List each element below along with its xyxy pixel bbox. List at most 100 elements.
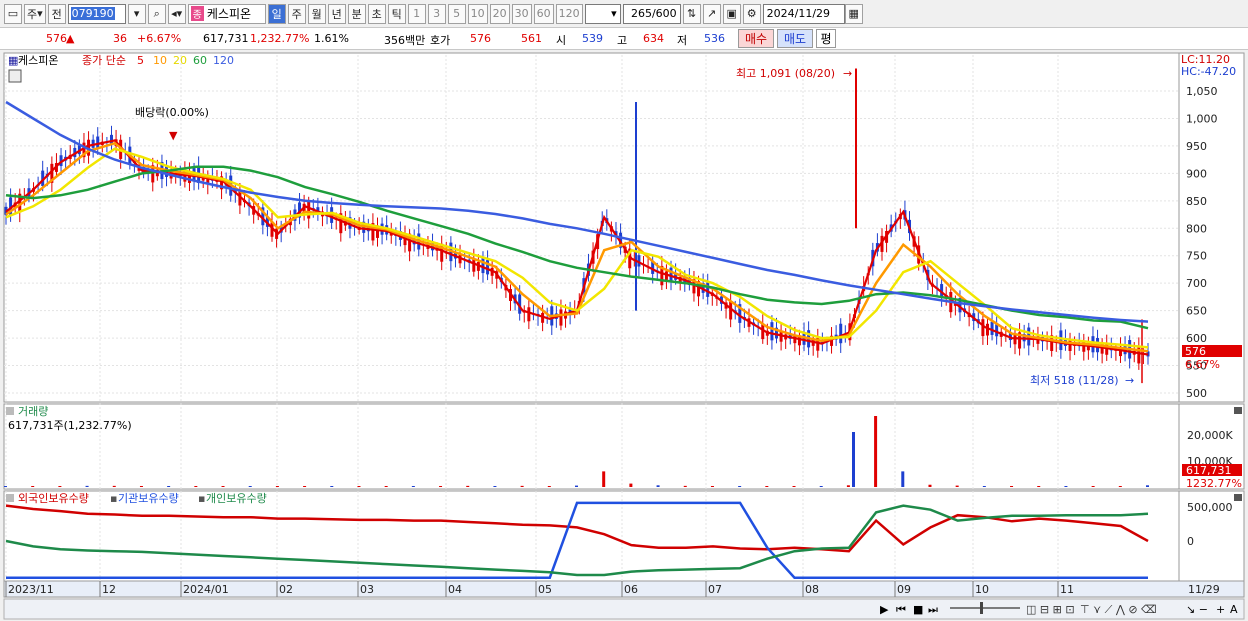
layout-icons[interactable]: ◫ ⊟ ⊞ ⊡ xyxy=(1026,603,1075,616)
holdings-panel-bg xyxy=(3,490,1180,582)
period-select[interactable]: 주 ▾ xyxy=(24,3,46,24)
bid-price: 561 xyxy=(521,32,542,45)
hc-label: HC:-47.20 xyxy=(1181,65,1236,78)
volume-bar xyxy=(1118,486,1122,487)
interval-20-button[interactable]: 20 xyxy=(489,3,510,24)
tab-minute[interactable]: 분 xyxy=(347,3,366,24)
holdings-tick-500000: 500,000 xyxy=(1187,501,1233,514)
volume-bar xyxy=(520,485,524,487)
chart-area: 1,050 1,000 950 900 850 800 750 700 650 60 0 5 5 0 500… xyxy=(0,51,1248,621)
gear-icon[interactable]: ⚙ xyxy=(742,3,761,24)
toolbar: ▭ 주 ▾ 전 079190 ▾ ⌕ ◂▾ 종 케스피온 일 주 월 년 분 초 틱… xyxy=(0,0,1248,28)
x-axis-label: 07 xyxy=(708,583,722,596)
avg-button[interactable]: 평 xyxy=(816,29,836,48)
interval-3-button[interactable]: 3 xyxy=(427,3,446,24)
x-axis-label: 12 xyxy=(102,583,116,596)
scroll-stop-icon[interactable]: ■ xyxy=(913,603,923,616)
draw-tool-icon[interactable]: ↗ xyxy=(702,3,721,24)
scroll-first-icon[interactable]: ⏮ xyxy=(896,603,906,616)
speaker-icon[interactable]: ◂▾ xyxy=(167,3,186,24)
low-arrow-icon: → xyxy=(1125,374,1134,387)
volume-bar xyxy=(384,486,388,487)
volume-percent: 1,232.77% xyxy=(250,32,310,45)
font-size-icon[interactable]: A xyxy=(1230,603,1238,616)
price-y-tick: 500 xyxy=(1186,387,1207,400)
sell-button[interactable]: 매도 xyxy=(777,29,813,48)
volume-bar xyxy=(58,486,62,487)
volume-bar xyxy=(819,486,823,487)
volume-bar xyxy=(656,485,660,487)
zoom-out-icon[interactable]: ↘ − xyxy=(1186,603,1208,616)
tab-tick[interactable]: 틱 xyxy=(387,3,406,24)
holdings-label-institution: 기관보유수량 xyxy=(118,492,179,505)
trade-amount: 356백만 xyxy=(384,34,426,47)
volume-bar xyxy=(602,471,606,487)
price-y-tick: 950 xyxy=(1186,140,1207,153)
tab-year[interactable]: 년 xyxy=(327,3,346,24)
x-axis-label: 2024/01 xyxy=(183,583,229,596)
volume-panel-close-icon[interactable] xyxy=(1234,407,1242,414)
price-y-tick: 700 xyxy=(1186,277,1207,290)
ma-period-5: 5 xyxy=(137,54,144,67)
volume-bar xyxy=(194,486,198,487)
scroll-right-icon[interactable]: ▶ xyxy=(880,603,889,616)
tab-day[interactable]: 일 xyxy=(267,3,286,24)
custom-interval-input[interactable]: ▾ xyxy=(584,3,621,24)
volume-bar xyxy=(874,416,878,487)
buy-button[interactable]: 매수 xyxy=(738,29,774,48)
window-icon[interactable]: ▭ xyxy=(4,3,22,24)
zoom-in-icon[interactable]: + xyxy=(1216,603,1225,616)
candle-body xyxy=(669,267,673,281)
count-input[interactable]: 265/600 xyxy=(622,3,681,24)
zoom-slider-handle[interactable] xyxy=(980,602,983,614)
ma-period-20: 20 xyxy=(173,54,187,67)
volume-tick-20000k: 20,000K xyxy=(1187,429,1233,442)
interval-120-button[interactable]: 120 xyxy=(555,3,583,24)
volume-bar xyxy=(738,486,742,487)
holdings-panel-close-icon[interactable] xyxy=(1234,494,1242,501)
volume-bar xyxy=(85,485,89,487)
indicator-icon[interactable]: ⇅ xyxy=(682,3,701,24)
x-axis-label: 08 xyxy=(805,583,819,596)
tab-second[interactable]: 초 xyxy=(367,3,386,24)
volume-bar xyxy=(792,486,796,487)
interval-30-button[interactable]: 30 xyxy=(511,3,532,24)
scroll-last-icon[interactable]: ⏭ xyxy=(928,603,938,616)
interval-10-button[interactable]: 10 xyxy=(467,3,488,24)
date-input[interactable]: 2024/11/29 xyxy=(762,3,845,24)
holdings-label-icon-2: ▪ xyxy=(198,492,205,505)
volume-bar xyxy=(466,485,470,487)
volume-bar xyxy=(846,485,850,487)
x-axis-label: 04 xyxy=(448,583,462,596)
volume-last-pct-text: 1232.77% xyxy=(1186,477,1242,490)
save-icon[interactable]: ▣ xyxy=(722,3,741,24)
interval-5-button[interactable]: 5 xyxy=(447,3,466,24)
holdings-label-foreign: 외국인보유수량 xyxy=(18,492,89,505)
calendar-icon[interactable]: ▦ xyxy=(844,3,863,24)
chart-svg[interactable]: 1,050 1,000 950 900 850 800 750 700 650 60 05 5 0 500… xyxy=(0,51,1248,621)
price-y-tick: 800 xyxy=(1186,222,1207,235)
prev-button[interactable]: 전 xyxy=(47,3,66,24)
search-icon[interactable]: ⌕ xyxy=(147,3,166,24)
tab-week[interactable]: 주 xyxy=(287,3,306,24)
stock-code-input[interactable]: 079190 xyxy=(67,3,126,24)
volume-bar xyxy=(683,485,687,487)
high-annotation: 최고 1,091 (08/20) xyxy=(736,67,835,80)
last-pct-text: 6.67% xyxy=(1185,358,1220,371)
volume-value: 617,731 xyxy=(203,32,249,45)
price-y-tick: 850 xyxy=(1186,195,1207,208)
stock-name-field[interactable]: 종 케스피온 xyxy=(187,3,266,24)
interval-60-button[interactable]: 60 xyxy=(533,3,554,24)
tab-month[interactable]: 월 xyxy=(307,3,326,24)
change-arrow-icon: ▲ xyxy=(66,32,75,45)
volume-bar xyxy=(1091,486,1095,487)
code-dropdown-icon[interactable]: ▾ xyxy=(127,3,146,24)
table-icon[interactable] xyxy=(8,69,22,83)
draw-icons[interactable]: ⊤ ⋎ ⟋ ⋀ ⊘ ⌫ xyxy=(1080,603,1157,616)
volume-bar xyxy=(1064,486,1068,487)
volume-bar xyxy=(248,486,252,487)
volume-bar xyxy=(221,486,225,487)
volume-bar xyxy=(4,486,7,487)
interval-1-button[interactable]: 1 xyxy=(407,3,426,24)
price-y-tick: 750 xyxy=(1186,250,1207,263)
